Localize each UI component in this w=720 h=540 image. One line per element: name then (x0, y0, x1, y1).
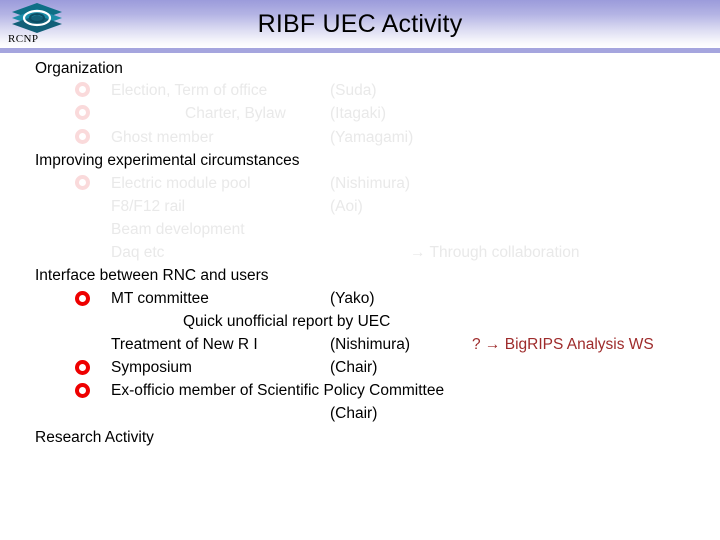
item-label-charter: Charter, Bylaw (185, 105, 286, 122)
bullet-icon-charter (75, 105, 90, 120)
section-heading-organization: Organization (35, 60, 123, 77)
item-label-electric-module-pool: Electric module pool (111, 175, 251, 192)
item-owner-election: (Suda) (330, 82, 377, 99)
bullet-icon-election (75, 82, 90, 97)
bullet-icon-symposium (75, 360, 90, 375)
item-label-election: Election, Term of office (111, 82, 268, 99)
item-label-f8-f12-rail: F8/F12 rail (111, 198, 186, 215)
item-label-ghost-member: Ghost member (111, 129, 214, 146)
slide-body: Organization Election, Term of office (S… (0, 53, 720, 540)
note-through-collaboration: → Through collaboration (410, 244, 580, 261)
item-label-mt-committee: MT committee (111, 290, 209, 307)
item-owner-electric-module-pool: (Nishimura) (330, 175, 411, 192)
item-owner-charter: (Itagaki) (330, 105, 386, 122)
page-title: RIBF UEC Activity (257, 10, 463, 38)
item-label-treatment-of-new-ri: Treatment of New R I (111, 336, 258, 353)
bullet-icon-electric-module-pool (75, 175, 90, 190)
note-bigrips-analysis-ws: ? → BigRIPS Analysis WS (472, 336, 654, 353)
item-owner-ex-officio-member: (Chair) (330, 405, 378, 422)
item-owner-symposium: (Chair) (330, 359, 378, 376)
item-owner-treatment-of-new-ri: (Nishimura) (330, 336, 411, 353)
section-heading-research-activity: Research Activity (35, 429, 154, 446)
item-label-symposium: Symposium (111, 359, 192, 376)
item-owner-mt-committee: (Yako) (330, 290, 375, 307)
item-owner-f8-f12-rail: (Aoi) (330, 198, 363, 215)
item-label-beam-development: Beam development (111, 221, 245, 238)
item-label-daq-etc: Daq etc (111, 244, 165, 261)
item-label-ex-officio-member: Ex-officio member of Scientific Policy C… (111, 382, 445, 399)
bullet-icon-ghost-member (75, 129, 90, 144)
bullet-icon-ex-officio-member (75, 383, 90, 398)
item-owner-ghost-member: (Yamagami) (330, 129, 414, 146)
bullet-icon-mt-committee (75, 291, 90, 306)
item-label-quick-unofficial-report: Quick unofficial report by UEC (183, 313, 391, 330)
section-heading-improving-circumstances: Improving experimental circumstances (35, 152, 300, 169)
section-heading-interface: Interface between RNC and users (35, 267, 269, 284)
